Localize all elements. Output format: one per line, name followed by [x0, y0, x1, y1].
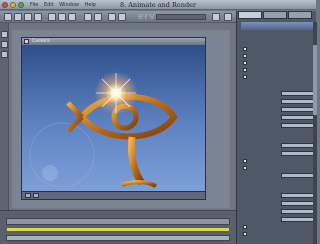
setting-row — [243, 143, 313, 148]
setting-row — [243, 123, 313, 128]
tool-strip: ervia — [0, 11, 240, 23]
move-tool-icon[interactable] — [14, 13, 22, 21]
viewport-title: Camera — [32, 39, 50, 44]
option-checkbox[interactable] — [243, 166, 247, 170]
select-tool-icon[interactable] — [4, 13, 12, 21]
setting-field[interactable] — [281, 91, 313, 96]
setting-row — [243, 107, 313, 112]
left-toolbar — [0, 23, 9, 221]
window-title: 8. Animate and Render — [119, 1, 197, 9]
view-tool-icon[interactable] — [108, 13, 116, 21]
zoom-control[interactable] — [156, 14, 206, 20]
setting-field[interactable] — [281, 193, 313, 198]
timeline-scrubber[interactable] — [6, 218, 230, 225]
option-checkbox[interactable] — [243, 47, 247, 51]
setting-field[interactable] — [281, 151, 313, 156]
help-tool-icon[interactable] — [224, 13, 232, 21]
setting-field[interactable] — [281, 201, 313, 206]
option-checkbox[interactable] — [243, 54, 247, 58]
viewport-footer — [22, 191, 205, 199]
grid-tool-icon[interactable] — [118, 13, 126, 21]
render-tool-icon[interactable] — [68, 13, 76, 21]
option-checkbox[interactable] — [243, 225, 247, 229]
tab-output[interactable] — [288, 11, 312, 19]
setting-field[interactable] — [281, 217, 313, 222]
objects-icon[interactable] — [1, 41, 8, 48]
option-row — [243, 68, 313, 73]
section-header[interactable] — [240, 33, 314, 39]
camera-viewport[interactable]: Camera — [21, 37, 206, 200]
lens-flare-ghost — [42, 165, 58, 181]
option-row — [243, 232, 313, 237]
section-header[interactable] — [240, 135, 314, 141]
setting-row — [243, 115, 313, 120]
section-header[interactable] — [240, 185, 314, 191]
panel-scrollbar-thumb[interactable] — [313, 45, 317, 115]
setting-field[interactable] — [281, 123, 313, 128]
option-row — [243, 47, 313, 52]
option-checkbox[interactable] — [243, 61, 247, 65]
option-checkbox[interactable] — [243, 159, 247, 163]
properties-panel — [236, 11, 317, 244]
option-row — [243, 61, 313, 66]
option-row — [243, 225, 313, 230]
camera-tool-icon[interactable] — [48, 13, 56, 21]
timeline-panel — [0, 210, 236, 244]
close-viewport-button[interactable] — [24, 39, 29, 44]
setting-field[interactable] — [281, 99, 313, 104]
keyframe-track[interactable] — [6, 227, 230, 232]
tab-render[interactable] — [238, 11, 262, 19]
title-bar: File Edit Window Help 8. Animate and Ren… — [0, 0, 316, 10]
setting-row — [243, 91, 313, 96]
option-row — [243, 159, 313, 164]
materials-icon[interactable] — [1, 51, 8, 58]
scale-tool-icon[interactable] — [34, 13, 42, 21]
option-checkbox[interactable] — [243, 232, 247, 236]
rotate-tool-icon[interactable] — [24, 13, 32, 21]
option-row — [243, 166, 313, 171]
setting-row — [243, 201, 313, 206]
settings-tool-icon[interactable] — [212, 13, 220, 21]
setting-row — [243, 99, 313, 104]
timeline-track[interactable] — [6, 235, 230, 241]
viewport-play-icon[interactable] — [25, 193, 31, 198]
viewport-title-bar: Camera — [22, 38, 205, 45]
layers-icon[interactable] — [1, 31, 8, 38]
setting-field[interactable] — [281, 143, 313, 148]
option-row — [243, 75, 313, 80]
option-row — [243, 54, 313, 59]
option-checkbox[interactable] — [243, 68, 247, 72]
viewport-options-icon[interactable] — [33, 193, 39, 198]
setting-field[interactable] — [281, 173, 313, 178]
play-tool-icon[interactable] — [84, 13, 92, 21]
setting-field[interactable] — [281, 107, 313, 112]
render-canvas[interactable] — [22, 45, 206, 192]
stop-tool-icon[interactable] — [94, 13, 102, 21]
light-tool-icon[interactable] — [58, 13, 66, 21]
setting-field[interactable] — [281, 209, 313, 214]
tab-settings[interactable] — [263, 11, 287, 19]
option-checkbox[interactable] — [243, 75, 247, 79]
setting-row — [243, 217, 313, 222]
panel-header — [241, 22, 313, 30]
setting-row — [243, 151, 313, 156]
setting-row — [243, 193, 313, 198]
flare-rays — [96, 73, 136, 113]
setting-row — [243, 173, 313, 178]
setting-row — [243, 209, 313, 214]
setting-field[interactable] — [281, 115, 313, 120]
